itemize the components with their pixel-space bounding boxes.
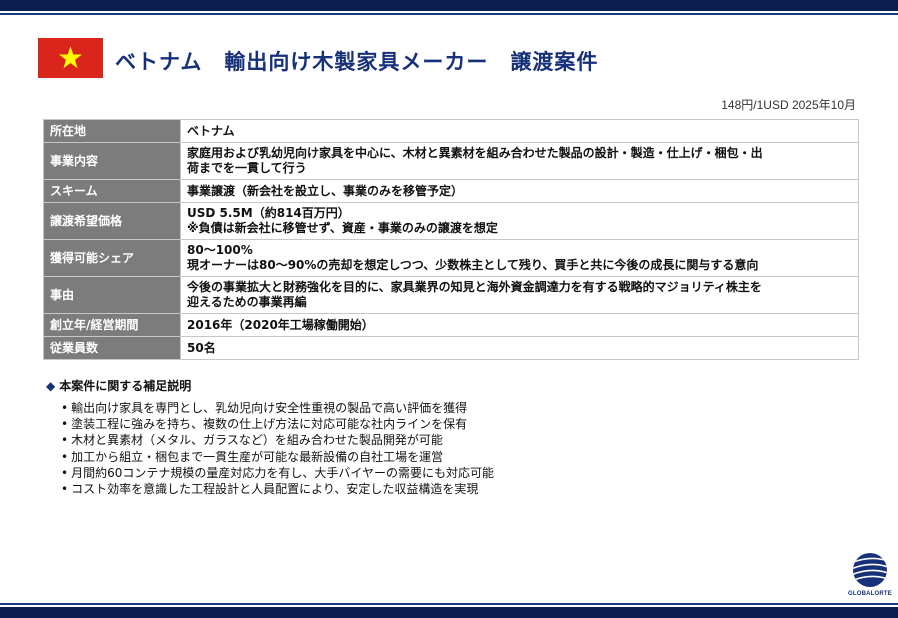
row-value: 2016年（2020年工場稼働開始） xyxy=(180,313,859,337)
value-line: ※負債は新会社に移管せず、資産・事業のみの譲渡を想定 xyxy=(187,221,498,235)
supplement-heading-text: 本案件に関する補足説明 xyxy=(59,379,192,393)
table-row: 従業員数 50名 xyxy=(43,336,859,360)
row-label: 従業員数 xyxy=(43,336,181,360)
deal-info-table: 所在地 ベトナム 事業内容 家庭用および乳幼児向け家具を中心に、木材と異素材を組… xyxy=(43,119,859,360)
vietnam-flag-icon xyxy=(38,38,103,78)
bottom-bar xyxy=(0,607,898,618)
row-label: 譲渡希望価格 xyxy=(43,202,181,240)
row-value: USD 5.5M（約814百万円） ※負債は新会社に移管せず、資産・事業のみの譲… xyxy=(180,202,859,240)
list-item: 加工から組立・梱包まで一貫生産が可能な最新設備の自社工場を運営 xyxy=(61,449,494,465)
value-line: 50名 xyxy=(187,340,216,355)
value-line: 80～100% xyxy=(187,243,253,257)
supplement-heading: ◆ 本案件に関する補足説明 xyxy=(46,377,191,394)
value-line: 迎えるための事業再編 xyxy=(187,295,307,309)
logo-text: GLOBALORTE xyxy=(848,591,892,597)
list-item: 月間約60コンテナ規模の量産対応力を有し、大手バイヤーの需要にも対応可能 xyxy=(61,465,494,481)
row-label: スキーム xyxy=(43,179,181,203)
row-label: 事由 xyxy=(43,276,181,314)
row-label: 創立年/経営期間 xyxy=(43,313,181,337)
value-line: ベトナム xyxy=(187,123,235,138)
row-label: 事業内容 xyxy=(43,142,181,180)
slide: ベトナム 輸出向け木製家具メーカー 譲渡案件 148円/1USD 2025年10… xyxy=(0,0,898,618)
table-row: 所在地 ベトナム xyxy=(43,119,859,143)
value-line: 今後の事業拡大と財務強化を目的に、家具業界の知見と海外資金調達力を有する戦略的マ… xyxy=(187,280,762,294)
supplement-list: 輸出向け家具を専門とし、乳幼児向け安全性重視の製品で高い評価を獲得 塗装工程に強… xyxy=(61,400,494,497)
row-value: 50名 xyxy=(180,336,859,360)
value-line: 家庭用および乳幼児向け家具を中心に、木材と異素材を組み合わせた製品の設計・製造・… xyxy=(187,146,763,160)
value-line: 2016年（2020年工場稼働開始） xyxy=(187,317,374,332)
list-item: 塗装工程に強みを持ち、複数の仕上げ方法に対応可能な社内ラインを保有 xyxy=(61,416,494,432)
list-item: コスト効率を意識した工程設計と人員配置により、安定した収益構造を実現 xyxy=(61,481,494,497)
value-line: 荷までを一貫して行う xyxy=(187,161,307,175)
row-label: 獲得可能シェア xyxy=(43,239,181,277)
row-value: ベトナム xyxy=(180,119,859,143)
row-value: 80～100% 現オーナーは80～90%の売却を想定しつつ、少数株主として残り、… xyxy=(180,239,859,277)
bottom-accent-line xyxy=(0,603,898,605)
table-row: 譲渡希望価格 USD 5.5M（約814百万円） ※負債は新会社に移管せず、資産… xyxy=(43,202,859,240)
table-row: 事業内容 家庭用および乳幼児向け家具を中心に、木材と異素材を組み合わせた製品の設… xyxy=(43,142,859,180)
page-title: ベトナム 輸出向け木製家具メーカー 譲渡案件 xyxy=(115,50,599,74)
row-value: 家庭用および乳幼児向け家具を中心に、木材と異素材を組み合わせた製品の設計・製造・… xyxy=(180,142,859,180)
value-line: USD 5.5M（約814百万円） xyxy=(187,206,350,220)
top-bar xyxy=(0,0,898,11)
table-row: 事由 今後の事業拡大と財務強化を目的に、家具業界の知見と海外資金調達力を有する戦… xyxy=(43,276,859,314)
row-value: 今後の事業拡大と財務強化を目的に、家具業界の知見と海外資金調達力を有する戦略的マ… xyxy=(180,276,859,314)
table-row: スキーム 事業譲渡（新会社を設立し、事業のみを移管予定） xyxy=(43,179,859,203)
top-accent-line xyxy=(0,13,898,15)
value-line: 事業譲渡（新会社を設立し、事業のみを移管予定） xyxy=(187,183,464,198)
diamond-bullet-icon: ◆ xyxy=(46,379,56,393)
exchange-rate-note: 148円/1USD 2025年10月 xyxy=(721,98,856,112)
value-line: 現オーナーは80～90%の売却を想定しつつ、少数株主として残り、買手と共に今後の… xyxy=(187,258,759,272)
list-item: 輸出向け家具を専門とし、乳幼児向け安全性重視の製品で高い評価を獲得 xyxy=(61,400,494,416)
list-item: 木材と異素材（メタル、ガラスなど）を組み合わせた製品開発が可能 xyxy=(61,432,494,448)
table-row: 獲得可能シェア 80～100% 現オーナーは80～90%の売却を想定しつつ、少数… xyxy=(43,239,859,277)
row-label: 所在地 xyxy=(43,119,181,143)
row-value: 事業譲渡（新会社を設立し、事業のみを移管予定） xyxy=(180,179,859,203)
table-row: 創立年/経営期間 2016年（2020年工場稼働開始） xyxy=(43,313,859,337)
